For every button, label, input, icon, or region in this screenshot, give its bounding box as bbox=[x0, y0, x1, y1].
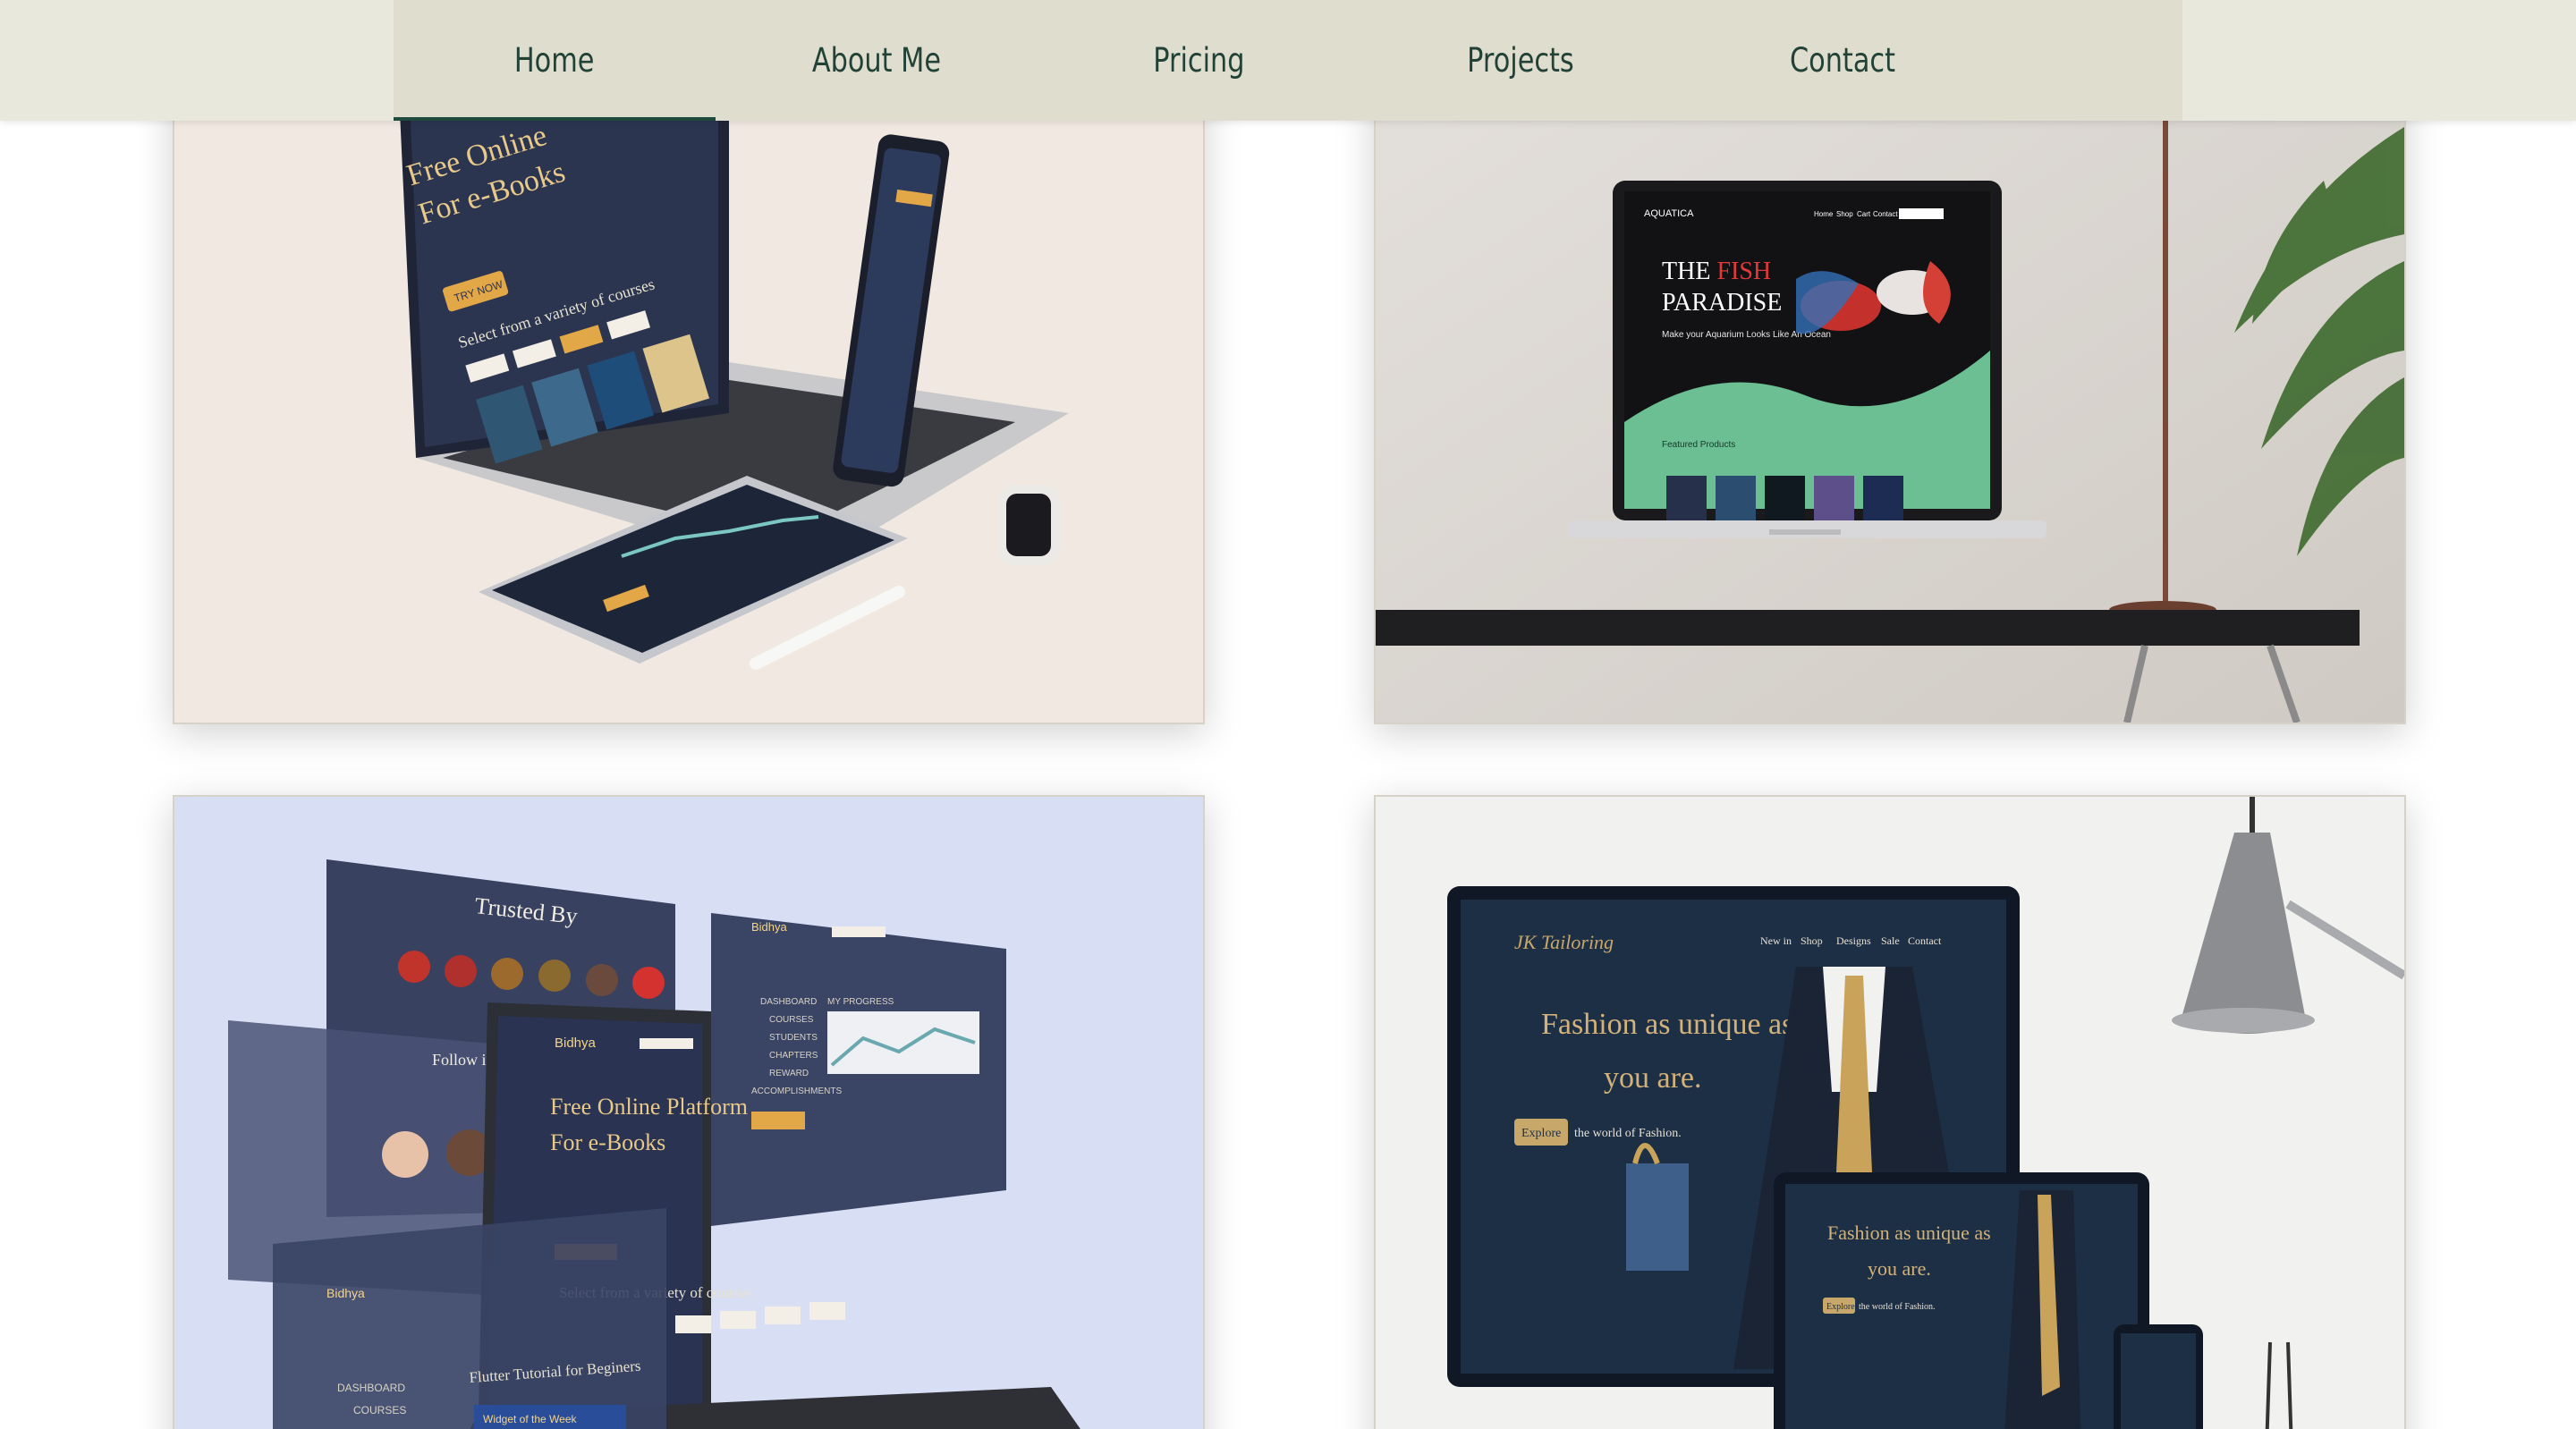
jk-nav-1: New in bbox=[1760, 934, 1792, 947]
jk-tablet-headline-1: Fashion as unique as bbox=[1827, 1222, 1991, 1244]
main-nav: Home About Me Pricing Projects Contact bbox=[394, 0, 2182, 121]
bidhya-progress: MY PROGRESS bbox=[827, 997, 894, 1007]
nav-projects[interactable]: Projects bbox=[1360, 0, 1682, 121]
jk-nav-2: Shop bbox=[1801, 934, 1823, 947]
bidhya-menu-0: DASHBOARD bbox=[760, 997, 817, 1007]
bidhya-laptop-brand: Bidhya bbox=[555, 1036, 597, 1051]
bidhya-dash-courses: COURSES bbox=[353, 1404, 406, 1416]
jk-tablet-headline-2: you are. bbox=[1868, 1257, 1931, 1280]
aquatica-nav-2: Shop bbox=[1836, 210, 1853, 218]
jk-tablet-cta: Explore bbox=[1826, 1302, 1855, 1312]
nav-contact[interactable]: Contact bbox=[1682, 0, 2004, 121]
nav-pricing[interactable]: Pricing bbox=[1038, 0, 1360, 121]
jk-tablet-cta-suffix: the world of Fashion. bbox=[1859, 1302, 1936, 1312]
jk-nav-3: Designs bbox=[1836, 934, 1871, 947]
aquatica-featured: Featured Products bbox=[1662, 440, 1735, 450]
jk-nav-4: Sale bbox=[1881, 934, 1900, 947]
jk-brand: JK Tailoring bbox=[1514, 931, 1614, 953]
bidhya-menu-3: CHAPTERS bbox=[769, 1051, 818, 1061]
project-card-bidhya-panels[interactable]: Trusted By Follow in the Bidhya DASHBOAR… bbox=[173, 795, 1205, 1429]
aquatica-brand: AQUATICA bbox=[1644, 208, 1694, 219]
aquatica-nav-4: Contact bbox=[1873, 210, 1898, 218]
aquatica-headline-b: PARADISE bbox=[1662, 289, 1782, 317]
portfolio-page: Home About Me Pricing Projects Contact F… bbox=[0, 0, 2576, 1429]
nav-about-me-label: About Me bbox=[811, 41, 942, 80]
nav-about-me[interactable]: About Me bbox=[716, 0, 1038, 121]
bidhya-panels-image: Trusted By Follow in the Bidhya DASHBOAR… bbox=[174, 797, 1203, 1429]
jk-cta-suffix: the world of Fashion. bbox=[1574, 1127, 1682, 1140]
nav-home[interactable]: Home bbox=[394, 0, 716, 121]
aquatica-nav-1: Home bbox=[1814, 210, 1834, 218]
project-card-jk-tailoring[interactable]: JK Tailoring New in Shop Designs Sale Co… bbox=[1374, 795, 2406, 1429]
nav-projects-label: Projects bbox=[1467, 41, 1574, 80]
bidhya-panels-hero-1: Free Online Platform bbox=[550, 1094, 748, 1120]
nav-pricing-label: Pricing bbox=[1152, 41, 1245, 80]
bidhya-menu-2: STUDENTS bbox=[769, 1033, 818, 1043]
jk-headline-2: you are. bbox=[1604, 1061, 1702, 1095]
jk-headline-1: Fashion as unique as bbox=[1541, 1008, 1793, 1041]
svg-text:THE FISH: THE FISH bbox=[1662, 258, 1771, 285]
bidhya-menu-4: REWARD bbox=[769, 1069, 809, 1078]
jk-cta: Explore bbox=[1521, 1127, 1561, 1140]
aquatica-headline-a: THE bbox=[1662, 258, 1716, 285]
aquatica-headline-fish: FISH bbox=[1716, 258, 1771, 285]
bidhya-devices-image: Free Online For e-Books TRY NOW Select f… bbox=[174, 38, 1203, 723]
project-card-bidhya-devices[interactable]: Free Online For e-Books TRY NOW Select f… bbox=[173, 36, 1205, 724]
nav-contact-label: Contact bbox=[1789, 41, 1896, 80]
bidhya-menu-5: ACCOMPLISHMENTS bbox=[751, 1087, 842, 1096]
aquatica-nav-3: Cart bbox=[1857, 210, 1871, 218]
bidhya-panels-hero-2: For e-Books bbox=[550, 1129, 665, 1155]
aquatica-image: AQUATICA Home Shop Cart Contact THE FISH… bbox=[1376, 38, 2404, 723]
project-card-aquatica[interactable]: AQUATICA Home Shop Cart Contact THE FISH… bbox=[1374, 36, 2406, 724]
bidhya-menu-1: COURSES bbox=[769, 1015, 814, 1025]
nav-home-label: Home bbox=[514, 41, 595, 80]
bidhya-dash-brand: Bidhya bbox=[326, 1286, 365, 1300]
bidhya-dash-widget: Widget of the Week bbox=[483, 1413, 577, 1425]
bidhya-dash-dashboard: DASHBOARD bbox=[337, 1382, 405, 1394]
jk-nav-5: Contact bbox=[1908, 934, 1942, 947]
jk-tailoring-image: JK Tailoring New in Shop Designs Sale Co… bbox=[1376, 797, 2404, 1429]
bidhya-panel-brand: Bidhya bbox=[751, 920, 788, 934]
